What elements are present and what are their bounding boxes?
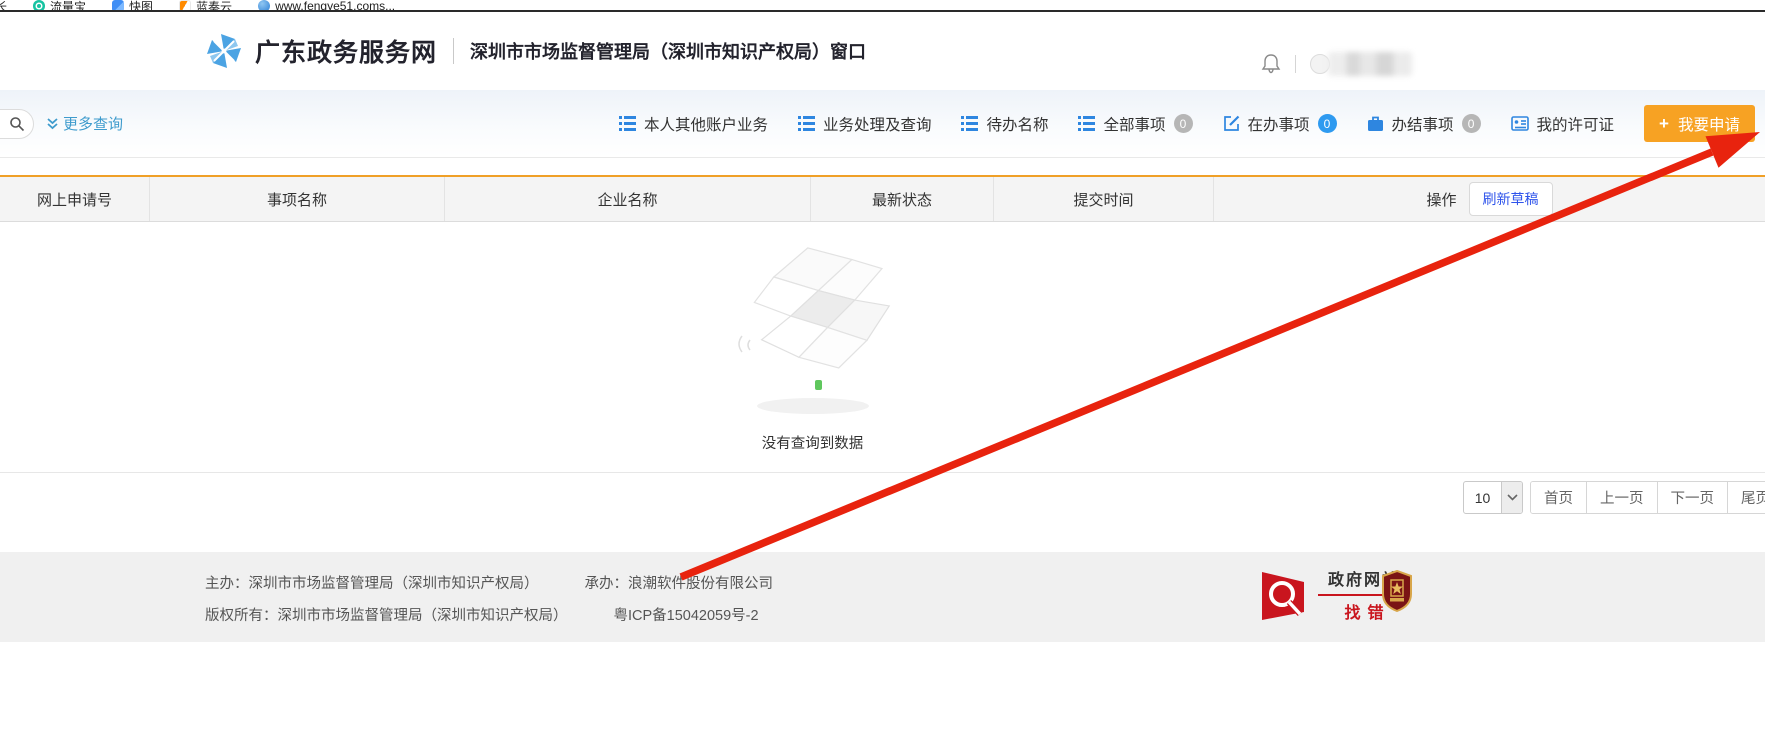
nav-label: 办结事项 — [1392, 113, 1454, 135]
more-query-link[interactable]: 更多查询 — [46, 90, 123, 157]
nav-label: 全部事项 — [1103, 113, 1165, 135]
brand-row: 广东政务服务网 深圳市市场监督管理局（深圳市知识产权局）窗口 — [205, 32, 866, 70]
briefcase-icon — [1367, 116, 1384, 132]
empty-state-message: 没有查询到数据 — [700, 432, 925, 453]
workbench-nav-bar: 更多查询 本人其他账户业务 业务处理及查询 — [0, 90, 1765, 158]
edit-icon — [1223, 115, 1240, 132]
count-badge: 0 — [1318, 114, 1337, 133]
page-size-value: 10 — [1464, 482, 1501, 513]
column-header-company-name: 企业名称 — [445, 177, 811, 221]
gov-emblem-badge-icon[interactable] — [1382, 570, 1412, 612]
gdzwfw-logo-icon — [205, 32, 243, 70]
nav-item-business-query[interactable]: 业务处理及查询 — [798, 113, 932, 135]
empty-state: 没有查询到数据 — [0, 222, 1765, 472]
avatar[interactable] — [1310, 54, 1330, 74]
search-input[interactable] — [0, 109, 34, 139]
empty-box-illustration — [728, 230, 903, 390]
sprout-icon — [815, 380, 822, 390]
nav-label: 我的许可证 — [1537, 113, 1615, 135]
find-error-logo-icon — [1260, 568, 1310, 622]
header-right — [1261, 52, 1412, 76]
user-name-redacted[interactable] — [1328, 52, 1412, 76]
footer-line-1: 主办：深圳市市场监督管理局（深圳市知识产权局） 承办：浪潮软件股份有限公司 — [205, 566, 819, 598]
nav-item-in-progress[interactable]: 在办事项 0 — [1223, 113, 1337, 135]
refresh-draft-button[interactable]: 刷新草稿 — [1469, 182, 1553, 216]
brand-divider — [453, 38, 454, 64]
page-title: 深圳市市场监督管理局（深圳市知识产权局）窗口 — [470, 38, 866, 64]
nav-item-other-account[interactable]: 本人其他账户业务 — [619, 113, 768, 135]
header-divider — [1295, 55, 1296, 73]
footer-copyright: 版权所有：深圳市市场监督管理局（深圳市知识产权局） — [205, 604, 568, 625]
applications-table-header: 网上申请号 事项名称 企业名称 最新状态 提交时间 操作 刷新草稿 — [0, 175, 1765, 222]
column-header-latest-status: 最新状态 — [811, 177, 994, 221]
nav-items: 本人其他账户业务 业务处理及查询 待办名称 — [619, 90, 1765, 157]
actions-label: 操作 — [1426, 189, 1456, 210]
footer: 主办：深圳市市场监督管理局（深圳市知识产权局） 承办：浪潮软件股份有限公司 版权… — [0, 552, 1765, 642]
notification-bell-icon[interactable] — [1261, 53, 1281, 75]
footer-text: 主办：深圳市市场监督管理局（深圳市知识产权局） 承办：浪潮软件股份有限公司 版权… — [205, 566, 819, 630]
count-badge: 0 — [1462, 114, 1481, 133]
last-page-button[interactable]: 尾页 — [1727, 482, 1765, 513]
site-header: 广东政务服务网 深圳市市场监督管理局（深圳市知识产权局）窗口 — [0, 12, 1765, 90]
page-size-select[interactable]: 10 — [1463, 481, 1523, 514]
nav-item-completed[interactable]: 办结事项 0 — [1367, 113, 1481, 135]
nav-item-all-matters[interactable]: 全部事项 0 — [1078, 113, 1192, 135]
list-icon — [798, 116, 815, 131]
footer-operator: 承办：浪潮软件股份有限公司 — [585, 572, 774, 593]
footer-host: 主办：深圳市市场监督管理局（深圳市知识产权局） — [205, 572, 539, 593]
prev-page-button[interactable]: 上一页 — [1586, 482, 1657, 513]
column-header-application-no: 网上申请号 — [0, 177, 150, 221]
box-shadow-ellipse — [757, 398, 869, 414]
plus-icon: + — [1659, 114, 1669, 134]
pager-group: 首页 上一页 下一页 尾页 — [1530, 481, 1765, 514]
nav-item-my-licenses[interactable]: 我的许可证 — [1511, 113, 1615, 135]
more-query-label: 更多查询 — [63, 113, 123, 134]
apply-now-label: 我要申请 — [1678, 113, 1740, 135]
search-icon — [9, 116, 25, 132]
pagination-divider — [0, 472, 1765, 473]
next-page-button[interactable]: 下一页 — [1657, 482, 1728, 513]
nav-label: 业务处理及查询 — [823, 113, 932, 135]
idcard-icon — [1511, 116, 1529, 131]
footer-icp[interactable]: 粤ICP备15042059号-2 — [614, 604, 759, 625]
apply-now-button[interactable]: + 我要申请 — [1644, 105, 1755, 142]
list-icon — [961, 116, 978, 131]
list-icon — [1078, 116, 1095, 131]
first-page-button[interactable]: 首页 — [1531, 482, 1586, 513]
chevron-down-icon — [1501, 482, 1522, 513]
pagination-bar: 10 首页 上一页 下一页 尾页 — [0, 480, 1765, 516]
nav-item-todo-names[interactable]: 待办名称 — [961, 113, 1048, 135]
footer-line-2: 版权所有：深圳市市场监督管理局（深圳市知识产权局） 粤ICP备15042059号… — [205, 598, 819, 630]
double-chevron-down-icon — [46, 117, 59, 131]
nav-label: 待办名称 — [986, 113, 1048, 135]
nav-label: 本人其他账户业务 — [644, 113, 768, 135]
column-header-submit-time: 提交时间 — [994, 177, 1214, 221]
column-header-actions: 操作 刷新草稿 — [1214, 177, 1765, 221]
column-header-matter-name: 事项名称 — [150, 177, 445, 221]
brand-name: 广东政务服务网 — [255, 33, 437, 69]
nav-label: 在办事项 — [1248, 113, 1310, 135]
list-icon — [619, 116, 636, 131]
page: 长 流量宝 快图 蓝奏云 www.fengye51.coms... — [0, 0, 1765, 744]
count-badge: 0 — [1174, 114, 1193, 133]
